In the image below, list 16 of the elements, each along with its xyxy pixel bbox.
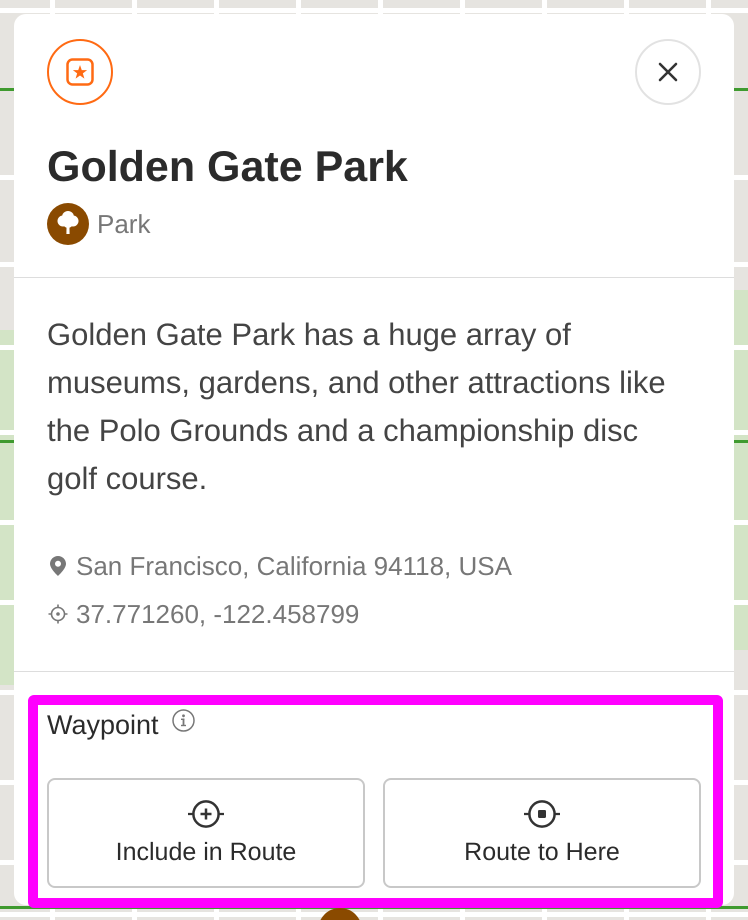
crosshair-icon [48,604,68,624]
location-pin-icon [50,556,66,576]
section-heading: Waypoint [47,709,159,742]
description-text: Golden Gate Park has a huge array of museums, gardens, and other attractions like the Polo Grounds and a championship disc golf course. [47,316,667,498]
close-icon [658,62,678,82]
coordinates-text: 37.771260, -122.458799 [76,598,360,631]
place-title: Golden Gate Park [47,142,409,193]
category-label: Park [97,208,150,241]
circle-square-icon [523,800,561,828]
place-marker-icon [318,906,362,920]
include-in-route-button[interactable]: Include in Route [47,778,365,888]
circle-plus-icon [187,800,225,828]
info-icon[interactable] [172,709,195,732]
tree-icon [47,203,89,245]
route-to-here-button[interactable]: Route to Here [383,778,701,888]
address-text: San Francisco, California 94118, USA [76,550,512,583]
